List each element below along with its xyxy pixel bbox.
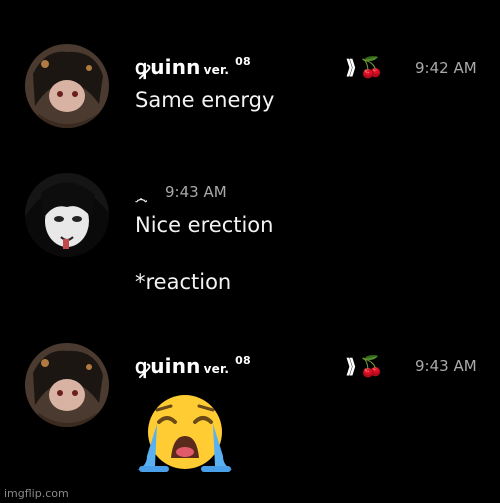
double-chevron-icon: ⟩⟩: [345, 354, 358, 378]
message-text: *reaction: [135, 270, 232, 294]
username-text[interactable]: ꝙuinn: [135, 55, 201, 79]
timestamp: 9:43 AM: [415, 357, 477, 375]
role-tags: ⟩⟩ 🍒: [345, 354, 384, 378]
loudly-crying-emoji: [133, 392, 237, 478]
username[interactable]: ꝙuinn ver. 08: [135, 352, 251, 379]
username-ver: ver.: [203, 63, 230, 77]
username[interactable]: ꝙuinn ver. 08: [135, 53, 251, 80]
timestamp: 9:42 AM: [415, 59, 477, 77]
username-sup: 08: [235, 55, 251, 68]
message-text: Nice erection: [135, 213, 274, 237]
timestamp: 9:43 AM: [165, 183, 227, 201]
username-ver: ver.: [203, 362, 230, 376]
cherry-icon: 🍒: [359, 354, 385, 378]
username-text[interactable]: ꝙuinn: [135, 354, 201, 378]
cherry-icon: 🍒: [359, 55, 385, 79]
avatar[interactable]: [25, 173, 109, 257]
watermark: imgflip.com: [4, 487, 69, 500]
message-text: Same energy: [135, 88, 275, 112]
avatar[interactable]: [25, 343, 109, 427]
status-indicator: ෴: [135, 184, 148, 208]
username-sup: 08: [235, 354, 251, 367]
role-tags: ⟩⟩ 🍒: [345, 55, 384, 79]
double-chevron-icon: ⟩⟩: [345, 55, 358, 79]
swirl-icon: ෴: [135, 192, 148, 207]
avatar[interactable]: [25, 44, 109, 128]
